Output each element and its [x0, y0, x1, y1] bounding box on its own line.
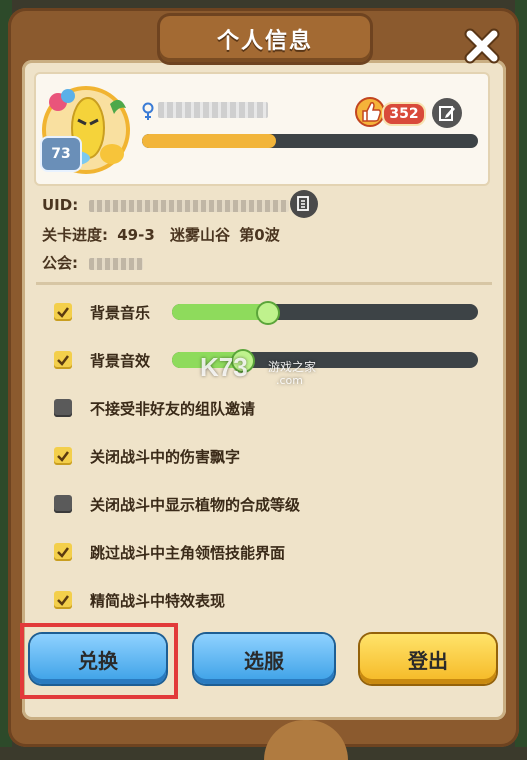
uid-label: UID:: [42, 196, 79, 214]
uid-row: UID:: [42, 196, 290, 214]
setting-reject-invites: 不接受非好友的组队邀请: [54, 396, 255, 420]
bg-music-volume-slider[interactable]: [172, 301, 478, 325]
gender-icon: [142, 102, 154, 120]
setting-label: 不接受非好友的组队邀请: [90, 399, 256, 418]
skip-skill-screen-checkbox[interactable]: [54, 543, 72, 561]
setting-label: 关闭战斗中的伤害飘字: [90, 447, 241, 466]
check-icon: [57, 547, 69, 558]
guild-row: 公会:: [42, 252, 144, 273]
stage-wave: 第0波: [239, 226, 280, 244]
close-icon: [464, 28, 500, 64]
logout-button[interactable]: 登出: [360, 634, 496, 684]
setting-hide-plant-level: 关闭战斗中显示植物的合成等级: [54, 492, 300, 516]
check-icon: [57, 307, 69, 318]
profile-card: 73 352: [36, 74, 488, 184]
dialog-title: 个人信息: [216, 29, 313, 54]
stage-name: 迷雾山谷: [170, 226, 231, 244]
setting-label: 精简战斗中特效表现: [90, 591, 226, 610]
section-divider: [36, 282, 492, 285]
player-nickname-masked: [158, 102, 268, 118]
copy-icon: [297, 196, 309, 211]
watermark-logo: K73: [200, 352, 248, 382]
watermark-domain: .com: [276, 374, 303, 387]
stage-value: 49-3: [117, 226, 155, 244]
setting-label: 背景音效: [90, 351, 151, 370]
exp-bar: [142, 134, 478, 148]
setting-hide-damage-text: 关闭战斗中的伤害飘字: [54, 444, 240, 468]
check-icon: [57, 451, 69, 462]
check-icon: [57, 595, 69, 606]
setting-bg-music: 背景音乐: [54, 300, 150, 324]
guild-value-masked: [89, 257, 144, 270]
stage-progress-row: 关卡进度: 49-3 迷雾山谷 第0波: [42, 224, 280, 245]
level-badge: 73: [40, 136, 82, 172]
setting-label: 关闭战斗中显示植物的合成等级: [90, 495, 301, 514]
setting-label: 跳过战斗中主角领悟技能界面: [90, 543, 286, 562]
edit-icon: [439, 106, 455, 121]
watermark-text: 游戏之家: [268, 360, 317, 374]
check-icon: [57, 355, 69, 366]
hide-plant-level-checkbox[interactable]: [54, 495, 72, 513]
like-count: 352: [382, 102, 426, 126]
exp-bar-fill: [142, 134, 277, 148]
highlight-box: [20, 623, 178, 699]
setting-label: 背景音乐: [90, 303, 151, 322]
dialog-title-tab: 个人信息: [160, 16, 370, 62]
hide-damage-text-checkbox[interactable]: [54, 447, 72, 465]
select-server-button[interactable]: 选服: [194, 634, 334, 684]
setting-simplify-effects: 精简战斗中特效表现: [54, 588, 225, 612]
bg-music-checkbox[interactable]: [54, 303, 72, 321]
copy-uid-button[interactable]: [290, 190, 318, 218]
close-button[interactable]: [458, 22, 506, 70]
setting-skip-skill-screen: 跳过战斗中主角领悟技能界面: [54, 540, 285, 564]
edit-button[interactable]: [432, 98, 462, 128]
uid-value-masked: [89, 199, 290, 212]
sound-effects-checkbox[interactable]: [54, 351, 72, 369]
slider-handle[interactable]: [255, 301, 280, 325]
stage-label: 关卡进度:: [42, 226, 108, 244]
setting-sound-effects: 背景音效: [54, 348, 150, 372]
simplify-effects-checkbox[interactable]: [54, 591, 72, 609]
guild-label: 公会:: [42, 254, 78, 272]
reject-invites-checkbox[interactable]: [54, 399, 72, 417]
